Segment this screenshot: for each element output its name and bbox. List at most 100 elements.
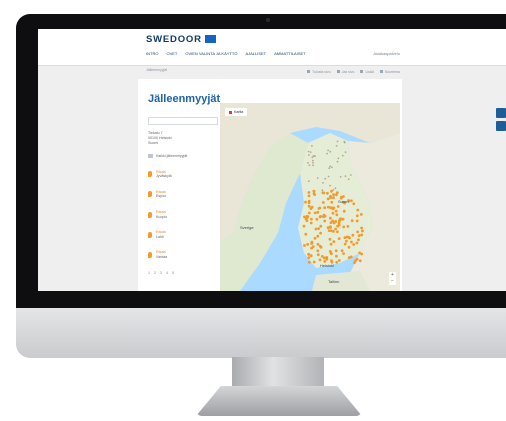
- dealer-dot[interactable]: [323, 206, 327, 210]
- dealer-dot[interactable]: [309, 221, 313, 225]
- dealer-dot[interactable]: [312, 260, 316, 264]
- dealer-dot[interactable]: [313, 236, 317, 240]
- brand-logo[interactable]: SWEDOOR: [146, 34, 216, 45]
- dealer-dot[interactable]: [330, 189, 333, 193]
- dealer-dot[interactable]: [330, 229, 333, 233]
- dealer-dot[interactable]: [322, 213, 326, 217]
- zoom-button[interactable]: Suurenna: [380, 70, 400, 74]
- dealer-item[interactable]: Rauta Vantaa: [148, 250, 218, 259]
- dealer-dot[interactable]: [302, 224, 306, 228]
- breadcrumb[interactable]: Jälleenmyyjät: [146, 68, 167, 72]
- dealer-dot[interactable]: [310, 205, 314, 209]
- dealer-dot[interactable]: [330, 200, 334, 204]
- dealer-dot[interactable]: [307, 253, 310, 256]
- dealer-dot[interactable]: [335, 254, 338, 258]
- dealer-dot[interactable]: [322, 191, 326, 195]
- dealer-dot[interactable]: [307, 211, 311, 215]
- dealer-dot[interactable]: [350, 240, 353, 244]
- dealer-dot[interactable]: [339, 217, 342, 221]
- dealer-dot[interactable]: [335, 260, 339, 264]
- dealer-dot[interactable]: [337, 259, 341, 262]
- dealer-dot[interactable]: [307, 204, 311, 208]
- dealer-dot[interactable]: [355, 257, 359, 261]
- dealer-dot[interactable]: [336, 230, 339, 234]
- dealer-item[interactable]: Rauta Espoo: [148, 190, 218, 199]
- dealer-dot[interactable]: [306, 243, 309, 246]
- dealer-dot[interactable]: [304, 232, 308, 236]
- page-link[interactable]: 2: [154, 271, 156, 275]
- dealer-dot[interactable]: [335, 213, 339, 217]
- nav-item-valinta[interactable]: OVIEN VALINTA JA KÄYTTÖ: [185, 51, 237, 56]
- dealer-dot[interactable]: [310, 240, 314, 244]
- dealer-dot[interactable]: [356, 230, 359, 234]
- dealer-dot[interactable]: [319, 231, 322, 235]
- dealer-dot[interactable]: [315, 217, 319, 221]
- dealer-dot[interactable]: [325, 256, 329, 259]
- dealer-dot[interactable]: [336, 205, 340, 208]
- dealer-dot[interactable]: [310, 217, 313, 221]
- dealer-dot[interactable]: [347, 245, 351, 249]
- dealer-dot[interactable]: [328, 237, 332, 241]
- dealer-dot[interactable]: [304, 217, 308, 221]
- dealer-dot[interactable]: [357, 234, 361, 238]
- dealer-dot[interactable]: [356, 208, 360, 212]
- dealer-dot[interactable]: [350, 199, 353, 203]
- dealer-dot[interactable]: [318, 258, 322, 262]
- dealer-dot[interactable]: [318, 244, 322, 248]
- dealer-dot[interactable]: [345, 239, 348, 243]
- dealer-dot[interactable]: [341, 217, 345, 221]
- dealer-dot[interactable]: [334, 249, 338, 253]
- all-dealers-row[interactable]: Kaikki jälleenmyyjät: [148, 154, 218, 159]
- dealer-dot[interactable]: [309, 254, 313, 258]
- customer-service-link[interactable]: Asiakaspalvelu: [373, 51, 400, 56]
- dealer-dot[interactable]: [355, 214, 359, 218]
- dealer-dot[interactable]: [351, 233, 355, 237]
- dealer-dot[interactable]: [316, 253, 320, 257]
- dealer-dot[interactable]: [332, 240, 336, 244]
- dealer-dot[interactable]: [332, 196, 335, 200]
- dealer-dot[interactable]: [343, 242, 347, 246]
- dealer-dot[interactable]: [334, 227, 337, 231]
- dealer-dot[interactable]: [312, 192, 316, 196]
- page-link[interactable]: 5: [172, 271, 174, 275]
- dealer-dot[interactable]: [355, 219, 359, 223]
- dealer-dot[interactable]: [317, 227, 320, 230]
- dealer-map[interactable]: Kartta Sverige Suomi Helsinki Tallinn + …: [220, 103, 400, 291]
- dealer-dot[interactable]: [326, 197, 330, 201]
- dealer-dot[interactable]: [335, 193, 338, 197]
- dealer-dot[interactable]: [313, 211, 317, 215]
- dealer-dot[interactable]: [321, 201, 325, 204]
- dealer-dot[interactable]: [316, 242, 320, 246]
- dealer-dot[interactable]: [329, 251, 333, 255]
- more-button[interactable]: Lisää: [360, 70, 373, 74]
- dealer-dot[interactable]: [326, 205, 330, 209]
- map-zoom-control[interactable]: + −: [389, 272, 396, 285]
- dealer-dot[interactable]: [342, 209, 346, 213]
- search-input[interactable]: [148, 117, 218, 125]
- dealer-dot[interactable]: [350, 219, 354, 223]
- dealer-dot[interactable]: [332, 221, 336, 225]
- dealer-dot[interactable]: [317, 207, 321, 210]
- dealer-item[interactable]: Rauta Jyväskylä: [148, 170, 218, 179]
- dealer-dot[interactable]: [329, 216, 332, 220]
- nav-item-ajalliset[interactable]: AJALLISET: [245, 51, 266, 56]
- side-share-icon[interactable]: [496, 108, 506, 118]
- dealer-item[interactable]: Rauta Lahti: [148, 230, 218, 239]
- dealer-dot[interactable]: [334, 209, 338, 213]
- dealer-dot[interactable]: [304, 200, 307, 204]
- dealer-dot[interactable]: [314, 227, 318, 231]
- dealer-dot[interactable]: [319, 215, 322, 218]
- dealer-dot[interactable]: [323, 219, 327, 223]
- dealer-dot[interactable]: [329, 195, 332, 199]
- dealer-dot[interactable]: [331, 207, 335, 211]
- page-link[interactable]: 3: [160, 271, 162, 275]
- dealer-dot[interactable]: [346, 225, 350, 228]
- dealer-dot[interactable]: [312, 189, 316, 193]
- nav-item-ammattilaiset[interactable]: AMMATTILAISET: [274, 51, 305, 56]
- dealer-dot[interactable]: [358, 259, 362, 263]
- dealer-dot[interactable]: [352, 243, 355, 246]
- dealer-dot[interactable]: [342, 252, 345, 256]
- share-button[interactable]: Jaa sivu: [337, 70, 355, 74]
- dealer-dot[interactable]: [359, 213, 363, 216]
- dealer-dot[interactable]: [316, 210, 320, 214]
